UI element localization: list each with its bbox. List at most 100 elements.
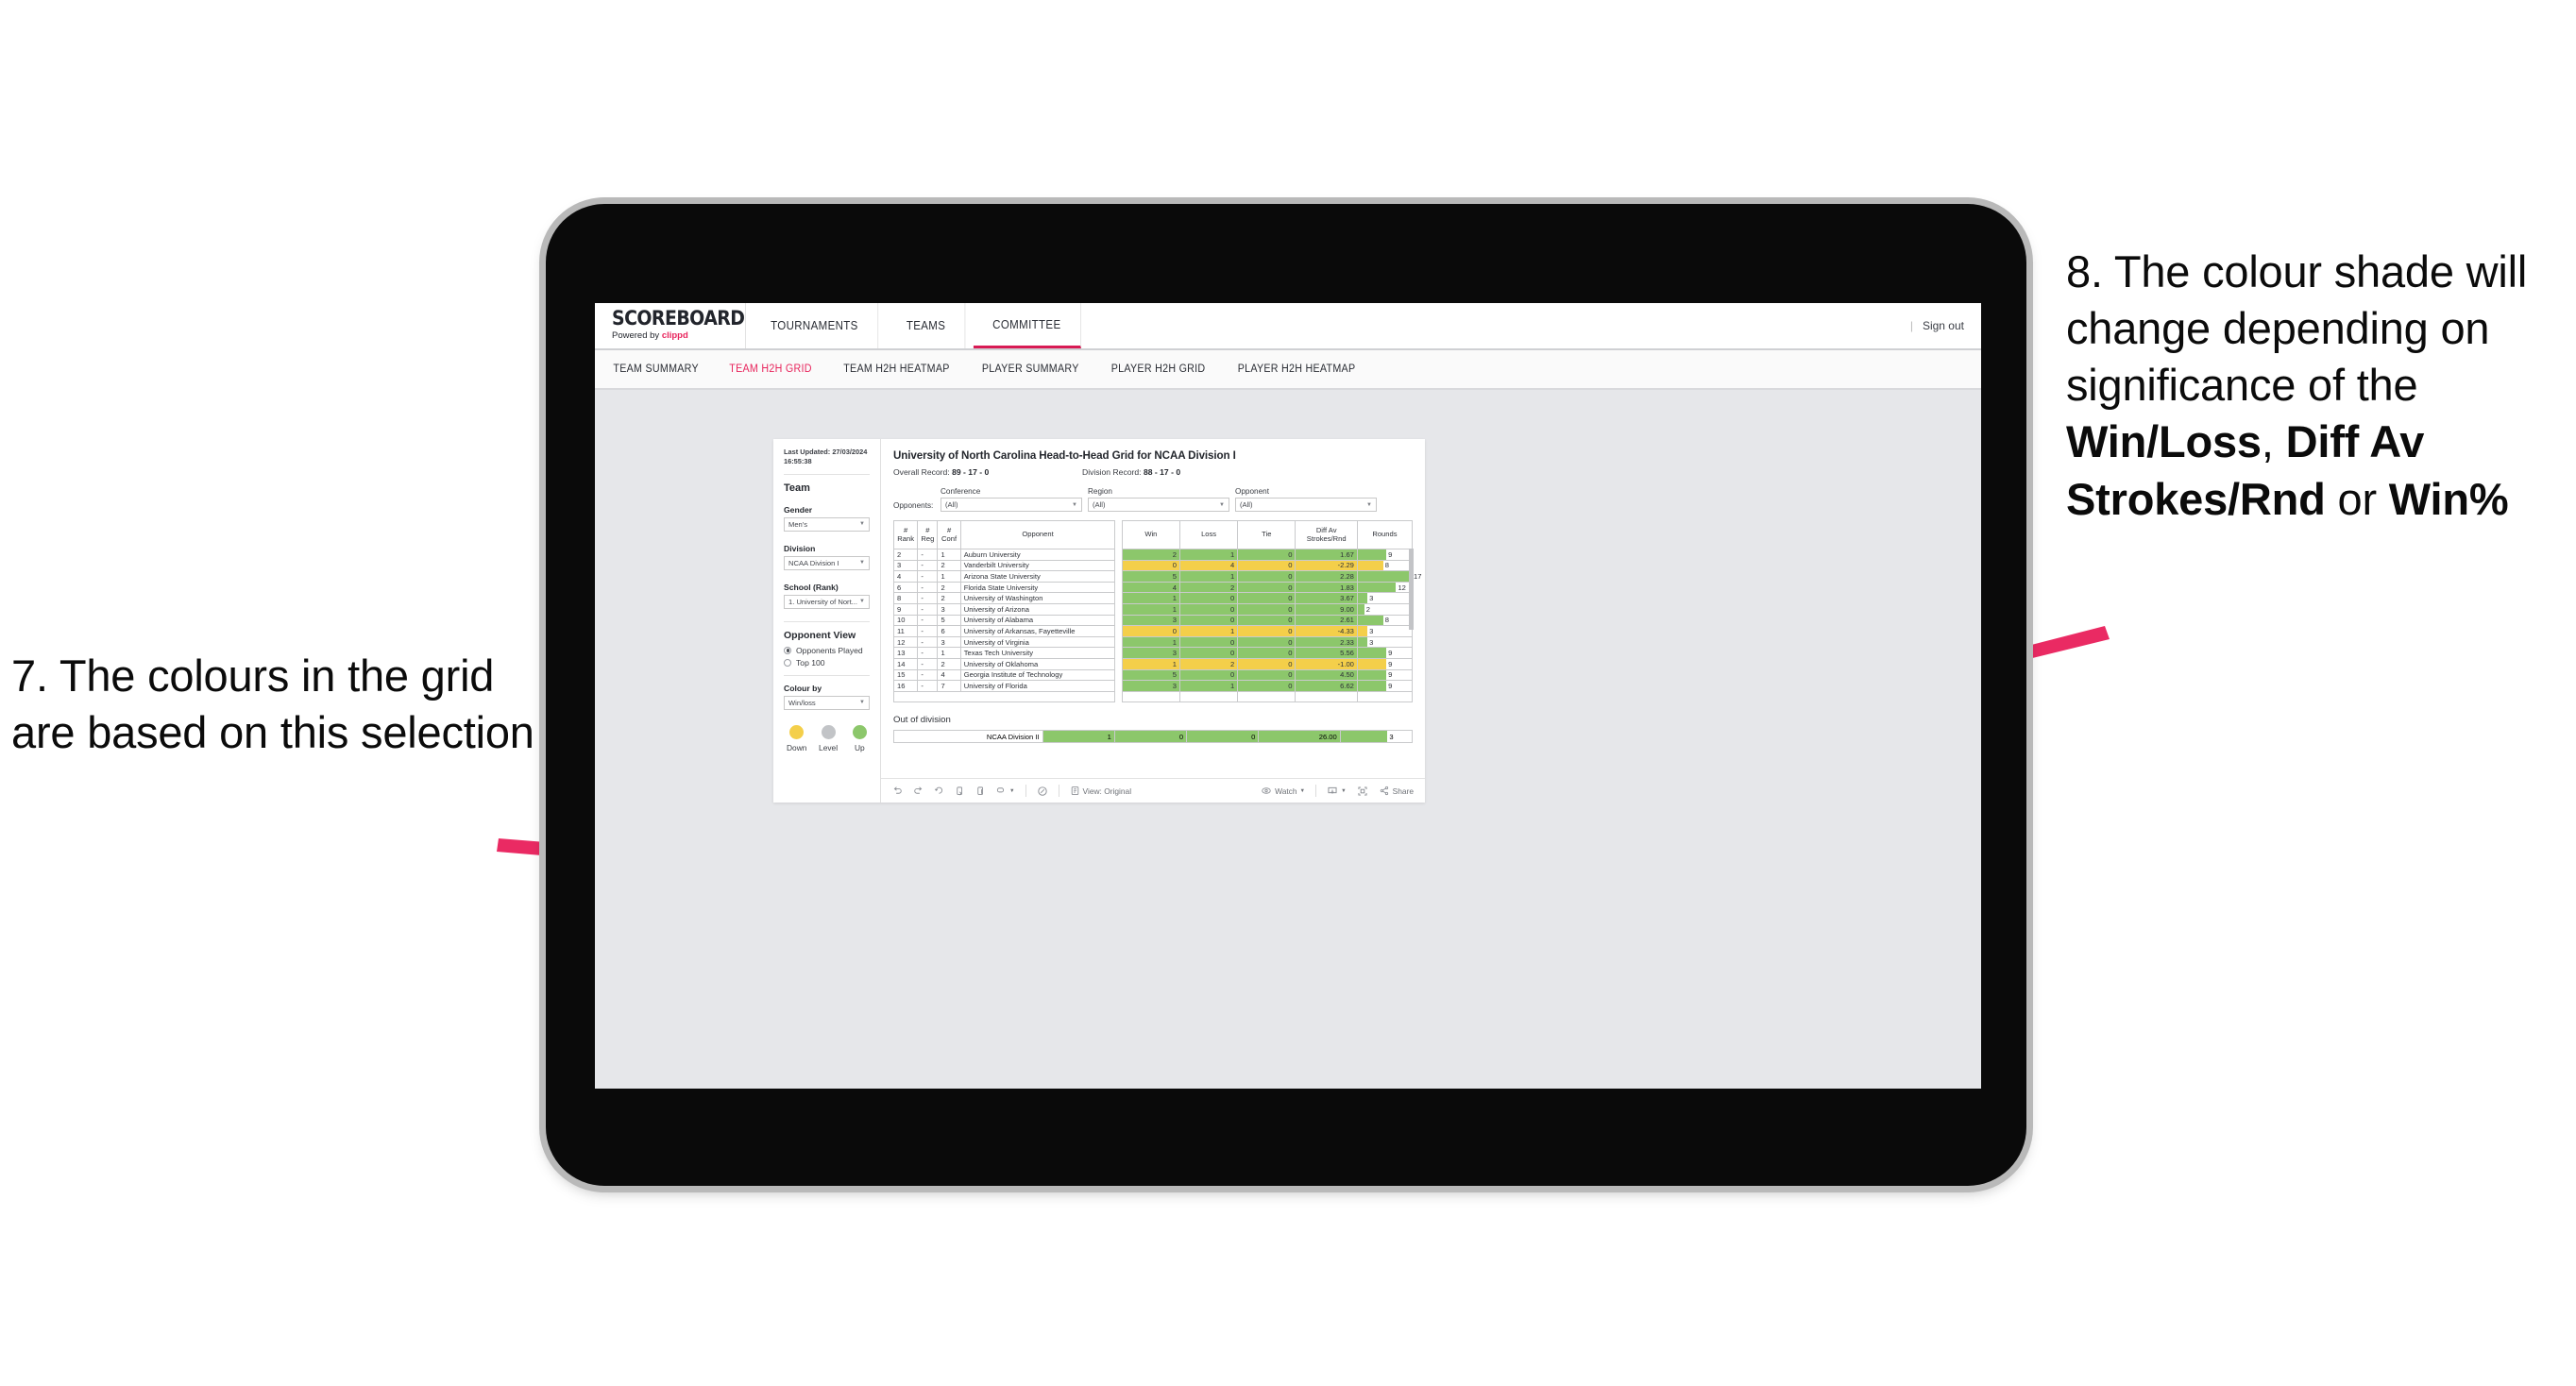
out-of-division-row[interactable]: NCAA Division II 1 0 0 26.00 3 [893,730,1414,744]
th-loss[interactable]: Loss [1178,520,1239,549]
cell-conf: 6 [937,625,961,637]
blank-win [1121,690,1180,703]
tab-player-h2h-grid[interactable]: PLAYER H2H GRID [1110,363,1205,375]
cell-diff: 2.33 [1295,635,1358,649]
view-original-button[interactable]: View: Original [1070,786,1131,796]
cell-rank: 11 [892,625,919,637]
th-tie[interactable]: Tie [1237,520,1296,549]
table-row[interactable]: 10-5 University of Alabama 3 0 0 2.61 8 [892,614,1414,627]
redo-icon[interactable] [913,786,924,796]
refresh-icon[interactable] [955,786,965,797]
table-row[interactable]: 15-4 Georgia Institute of Technology 5 0 0 4.… [892,668,1414,682]
conference-select[interactable]: (All) ▼ [941,498,1082,512]
table-row[interactable]: 4-1 Arizona State University 5 1 0 2.28 17 [892,570,1421,583]
cell-gap [1114,658,1123,670]
rounds-bar [1357,560,1383,571]
sign-out-area: | Sign out [1910,303,1981,348]
table-row[interactable]: 14-2 University of Oklahoma 1 2 0 -1.00 9 [892,657,1414,670]
rounds-bar [1357,669,1387,681]
tab-team-summary[interactable]: TEAM SUMMARY [613,363,699,375]
table-row[interactable]: 2-1 Auburn University 2 1 0 1.67 9 [892,549,1414,561]
th-rounds[interactable]: Rounds [1356,520,1414,549]
cell-reg: - [917,549,939,561]
th-rank[interactable]: # Rank [892,520,919,549]
blank-loss [1178,690,1239,703]
table-row[interactable]: 16-7 University of Florida 3 1 0 6.62 9 [892,680,1414,692]
table-row[interactable]: 6-2 Florida State University 4 2 0 1.83 12 [892,581,1414,594]
nav-item-tournaments[interactable]: TOURNAMENTS [752,303,878,348]
pause-auto-update-icon[interactable] [1037,786,1048,797]
division-field: Division NCAA Division I ▼ [784,544,870,570]
table-row[interactable]: 9-3 University of Arizona 1 0 0 9.00 2 [892,602,1414,616]
annotation-8-prefix: The colour shade will change depending o… [2066,246,2528,411]
cell-rank: 16 [892,680,919,692]
th-diff-l2: Strokes/Rnd [1306,533,1347,543]
rounds-bar [1357,681,1387,691]
h2h-grid-table: # Rank # Reg # Conf Opponent Win Loss Tie [892,520,1421,703]
cell-reg: - [917,625,939,637]
pause-icon[interactable] [975,786,986,797]
last-updated-text: Last Updated: 27/03/2024 16:55:38 [784,448,868,465]
cell-tie: 0 [1237,614,1296,627]
radio-opponents-played[interactable]: Opponents Played [784,646,870,655]
cell-reg: - [917,657,939,670]
tab-team-h2h-grid[interactable]: TEAM H2H GRID [730,363,812,375]
cell-opponent: University of Washington [959,592,1116,604]
table-row[interactable]: 3-2 Vanderbilt University 0 4 0 -2.29 8 [892,559,1414,572]
grid-header-row: # Rank # Reg # Conf Opponent Win Loss Tie [892,520,1414,549]
grid-scrollbar[interactable] [1409,549,1414,630]
cell-rounds: 2 [1356,602,1414,616]
brand-powered-by: Powered by clippd [612,330,745,341]
tab-player-h2h-heatmap[interactable]: PLAYER H2H HEATMAP [1238,363,1356,375]
ood-tie: 0 [1186,730,1260,744]
tab-team-h2h-heatmap[interactable]: TEAM H2H HEATMAP [844,363,950,375]
opponent-select[interactable]: (All) ▼ [1235,498,1377,512]
sign-out-link[interactable]: Sign out [1923,319,1964,332]
radio-top-100[interactable]: Top 100 [784,658,870,668]
ood-diff: 26.00 [1258,730,1341,744]
grid-body: 2-1 Auburn University 2 1 0 1.67 9 3-2 Vanderbil… [892,549,1421,703]
th-opponent[interactable]: Opponent [959,520,1116,549]
nav-item-teams[interactable]: TEAMS [887,303,966,348]
th-reg[interactable]: # Reg [917,520,939,549]
division-record-label: Division Record: [1082,467,1144,477]
ood-win: 1 [1042,730,1115,744]
table-row[interactable]: 13-1 Texas Tech University 3 0 0 5.56 9 [892,647,1414,659]
download-button[interactable]: ▼ [1327,786,1347,797]
tab-player-summary[interactable]: PLAYER SUMMARY [982,363,1079,375]
table-row[interactable]: 12-3 University of Virginia 1 0 0 2.33 3 [892,635,1414,649]
annotation-8-mid2: or [2325,473,2389,524]
table-row[interactable]: 11-6 University of Arkansas, Fayetteville… [892,625,1414,637]
cell-gap [1114,669,1123,681]
cell-rank: 12 [892,635,919,649]
undo-icon[interactable] [892,786,903,796]
th-win[interactable]: Win [1121,520,1180,549]
data-source-icon[interactable]: ▼ [996,786,1015,796]
table-row[interactable]: 8-2 University of Washington 1 0 0 3.67 3 [892,592,1414,604]
th-diff[interactable]: Diff Av Strokes/Rnd [1295,520,1358,549]
fullscreen-icon[interactable] [1357,786,1368,797]
watch-button[interactable]: Watch ▼ [1261,786,1305,796]
legend-item-down: Down [787,724,806,752]
cell-rank: 3 [892,559,919,572]
school-value: 1. University of Nort... [788,597,858,606]
divider [784,674,870,676]
colour-legend: Down Level Up [784,724,870,752]
gender-select[interactable]: Men's ▼ [784,516,870,532]
colour-by-value: Win/loss [788,698,816,707]
region-select[interactable]: (All) ▼ [1088,498,1229,512]
gender-label: Gender [784,504,813,515]
division-select[interactable]: NCAA Division I ▼ [784,555,870,570]
cell-rank: 9 [892,602,919,616]
school-select[interactable]: 1. University of Nort... ▼ [784,594,870,609]
legend-swatch-down [789,724,805,739]
cell-win: 5 [1121,668,1180,682]
cell-conf: 7 [937,680,961,692]
th-conf[interactable]: # Conf [937,520,961,549]
revert-icon[interactable] [934,786,944,796]
cell-gap [1114,549,1123,561]
brand-logo[interactable]: SCOREBOARD Powered by clippd [595,303,746,348]
colour-by-select[interactable]: Win/loss ▼ [784,695,870,710]
nav-item-committee[interactable]: COMMITTEE [973,303,1081,348]
share-button[interactable]: Share [1379,786,1414,796]
